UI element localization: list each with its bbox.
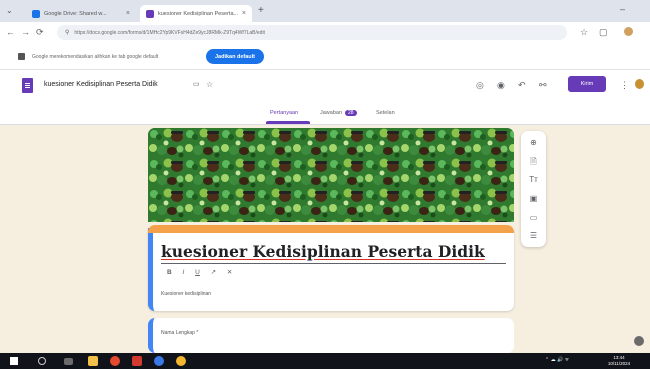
add-question-icon[interactable]: ⊕ [521, 138, 546, 148]
active-tab-indicator [266, 121, 310, 124]
google-forms-logo-icon[interactable] [22, 78, 33, 93]
tab-responses-label: Jawaban [320, 110, 343, 116]
forward-icon[interactable]: → [21, 27, 30, 37]
import-icon[interactable]: 🗎 [521, 157, 546, 167]
floating-toolbar: ⊕ 🗎 Tт ▣ ▭ ☰ [521, 131, 546, 247]
browser-info-bar: Google merekomendasikan alihkan ke tab g… [0, 43, 650, 70]
system-tray[interactable]: ⌃ ☁ 🔊 ᯤ [545, 357, 569, 363]
close-tab-icon[interactable]: × [126, 10, 130, 17]
preview-icon[interactable]: ◉ [497, 80, 505, 90]
reload-icon[interactable]: ⟳ [36, 27, 44, 37]
response-count-badge: 28 [345, 110, 357, 116]
close-tab-icon[interactable]: × [242, 10, 246, 17]
search-icon[interactable] [38, 357, 46, 365]
forms-favicon-icon [146, 9, 154, 18]
tab-questions[interactable]: Pertanyaan [270, 110, 298, 116]
help-icon[interactable] [634, 336, 644, 346]
set-default-button[interactable]: Jadikan default [206, 49, 264, 64]
underline-icon[interactable]: U [195, 269, 200, 276]
minimize-icon[interactable]: – [620, 4, 625, 14]
bold-icon[interactable]: B [167, 269, 172, 276]
header-banner-image [148, 128, 514, 222]
info-icon [18, 53, 25, 60]
avatar[interactable] [635, 79, 644, 89]
windows-start-icon[interactable] [10, 357, 18, 365]
clock-date: 10/11/2024 [607, 360, 631, 366]
profile-icon[interactable] [624, 27, 633, 36]
chrome-icon[interactable] [110, 356, 120, 366]
clover-pattern-image [148, 128, 514, 222]
video-icon[interactable]: ▭ [521, 213, 546, 223]
info-bar-text: Google merekomendasikan alihkan ke tab g… [32, 54, 159, 60]
browser-tab-strip: Google Drive: Shared w... × kuesioner Ke… [0, 0, 650, 22]
browser-tab-form[interactable]: kuesioner Kedisiplinan Peserta... × [140, 5, 252, 22]
clear-format-icon[interactable]: ✕ [227, 269, 232, 276]
app-icon[interactable] [132, 356, 142, 366]
link-icon[interactable]: ⚯ [539, 80, 547, 90]
chrome-alt-icon[interactable] [176, 356, 186, 366]
question-title[interactable]: Nama Lengkap * [161, 330, 198, 336]
text-format-toolbar: B I U ↗ ✕ [167, 268, 241, 276]
new-tab-button[interactable]: + [258, 5, 264, 16]
url-text: https://docs.google.com/forms/d/1MHc2Yp9… [74, 29, 265, 36]
move-folder-icon[interactable]: ▭ [193, 80, 200, 90]
document-title[interactable]: kuesioner Kedisiplinan Peserta Didik [44, 81, 158, 88]
site-info-icon[interactable]: ⚲ [65, 29, 69, 36]
extensions-icon[interactable]: ▢ [599, 27, 608, 37]
image-icon[interactable]: ▣ [521, 194, 546, 204]
star-icon[interactable]: ☆ [206, 80, 213, 90]
tab-title: Google Drive: Shared w... [44, 10, 107, 17]
taskbar-clock[interactable]: 13:44 10/11/2024 [607, 355, 631, 366]
address-bar[interactable]: ⚲ https://docs.google.com/forms/d/1MHc2Y… [57, 25, 567, 40]
drive-favicon-icon [32, 9, 40, 18]
file-explorer-icon[interactable] [88, 356, 98, 366]
back-icon[interactable]: ← [6, 27, 15, 37]
undo-icon[interactable]: ↶ [518, 80, 526, 90]
form-description[interactable]: Kuesioner kedisiplinan [161, 291, 211, 297]
task-view-icon[interactable] [64, 358, 73, 365]
title-underline [161, 263, 506, 264]
tab-search-icon[interactable]: ⌄ [6, 6, 13, 15]
bookmark-icon[interactable]: ☆ [580, 27, 588, 37]
browser-toolbar: ← → ⟳ ⚲ https://docs.google.com/forms/d/… [0, 22, 650, 43]
italic-icon[interactable]: I [183, 269, 185, 276]
question-card[interactable]: Nama Lengkap * [148, 318, 514, 353]
insert-link-icon[interactable]: ↗ [211, 269, 216, 276]
forms-header: kuesioner Kedisiplinan Peserta Didik ▭ ☆… [0, 70, 650, 125]
browser-tab-drive[interactable]: Google Drive: Shared w... × [26, 5, 136, 22]
send-button[interactable]: Kirim [568, 76, 606, 92]
tab-settings[interactable]: Setelan [376, 110, 395, 116]
title-text-icon[interactable]: Tт [521, 175, 546, 185]
tab-responses[interactable]: Jawaban 28 [320, 110, 357, 116]
palette-icon[interactable]: ◎ [476, 80, 484, 90]
taskbar: ⌃ ☁ 🔊 ᯤ 13:44 10/11/2024 [0, 353, 650, 369]
more-options-icon[interactable]: ⋮ [620, 80, 629, 90]
edge-icon[interactable] [154, 356, 164, 366]
form-title-card[interactable]: kuesioner Kedisiplinan Peserta Didik B I… [148, 225, 514, 311]
section-icon[interactable]: ☰ [521, 231, 546, 241]
form-title[interactable]: kuesioner Kedisiplinan Peserta Didik [161, 242, 485, 261]
tab-title: kuesioner Kedisiplinan Peserta... [158, 10, 239, 17]
